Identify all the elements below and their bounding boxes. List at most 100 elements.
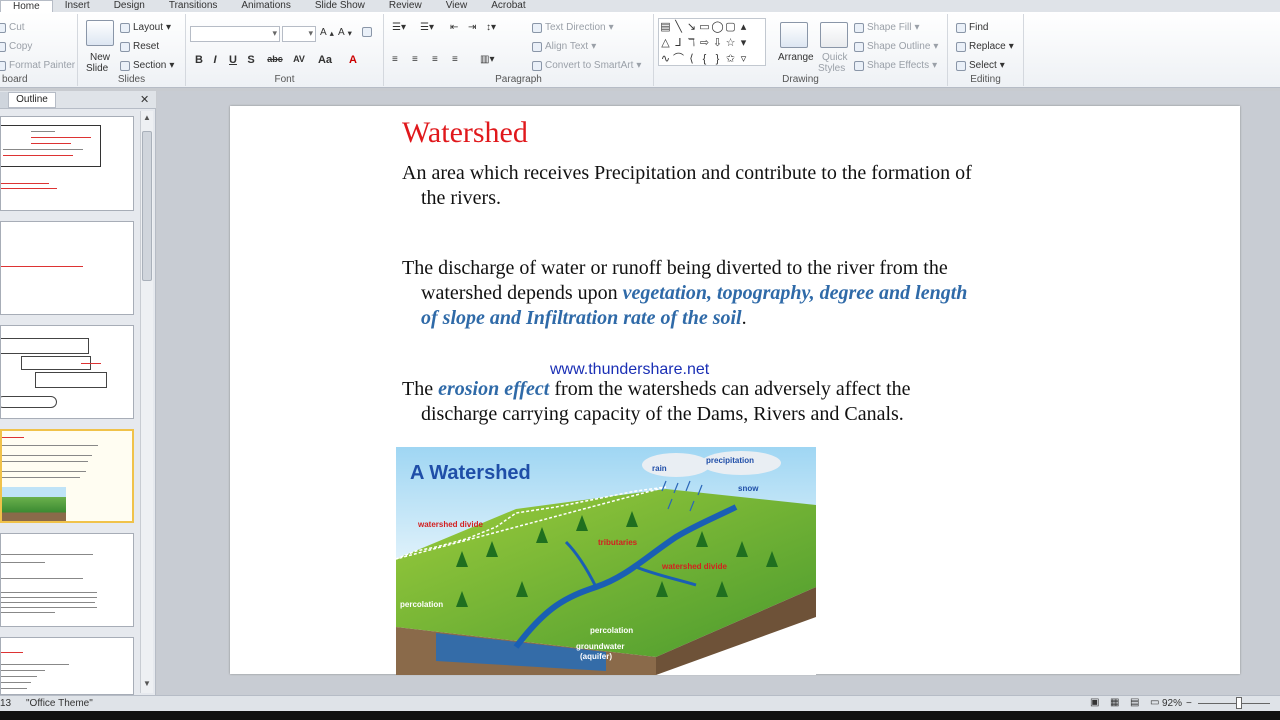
select-button[interactable]: Select ▾ bbox=[956, 60, 1005, 71]
quick-styles-icon[interactable] bbox=[820, 22, 848, 48]
decrease-indent-button[interactable]: ⇤ bbox=[450, 22, 458, 33]
arrange-label[interactable]: Arrange bbox=[778, 52, 814, 63]
reset-button[interactable]: Reset bbox=[120, 41, 159, 52]
quick-styles-label[interactable]: Quick bbox=[822, 52, 848, 63]
italic-button[interactable]: I bbox=[208, 54, 222, 66]
panel-scrollbar[interactable]: ▲ ▼ bbox=[140, 111, 153, 693]
new-slide-label2[interactable]: Slide bbox=[86, 63, 108, 74]
bullets-button[interactable]: ☰▾ bbox=[392, 22, 406, 33]
slide-canvas[interactable]: Watershed An area which receives Precipi… bbox=[230, 106, 1240, 675]
tab-animations[interactable]: Animations bbox=[229, 0, 302, 12]
clear-format-icon[interactable] bbox=[362, 27, 372, 37]
font-size-select[interactable] bbox=[282, 26, 316, 42]
bracket-shape-icon[interactable]: ⟨ bbox=[685, 51, 698, 67]
zoom-slider-thumb[interactable] bbox=[1236, 697, 1242, 709]
watershed-picture[interactable]: A Watershed rain precipitation snow wate… bbox=[396, 447, 816, 675]
numbering-button[interactable]: ☰▾ bbox=[420, 22, 434, 33]
arc-shape-icon[interactable]: ⌒ bbox=[672, 51, 685, 67]
tab-acrobat[interactable]: Acrobat bbox=[479, 0, 537, 12]
close-icon[interactable]: ✕ bbox=[140, 93, 149, 106]
increase-indent-button[interactable]: ⇥ bbox=[468, 22, 476, 33]
line-spacing-button[interactable]: ↕▾ bbox=[486, 22, 496, 33]
normal-view-icon[interactable]: ▣ bbox=[1090, 697, 1099, 708]
shape-outline-button[interactable]: Shape Outline ▾ bbox=[854, 41, 938, 52]
star5-shape-icon[interactable]: ✩ bbox=[724, 51, 737, 67]
gallery-expand-icon[interactable]: ▿ bbox=[737, 51, 750, 67]
slideshow-icon[interactable]: ▭ bbox=[1150, 697, 1159, 708]
align-text-button[interactable]: Align Text ▾ bbox=[532, 41, 596, 52]
zoom-level[interactable]: 92% bbox=[1162, 698, 1182, 709]
strikethrough-button[interactable]: abc bbox=[264, 54, 286, 64]
slide-title[interactable]: Watershed bbox=[402, 116, 528, 150]
layout-button[interactable]: Layout ▾ bbox=[120, 22, 171, 33]
shape-fill-button[interactable]: Shape Fill ▾ bbox=[854, 22, 920, 33]
slide-thumbnail[interactable] bbox=[0, 637, 134, 695]
slide-thumbnail[interactable] bbox=[0, 116, 134, 211]
triangle-shape-icon[interactable]: △ bbox=[659, 35, 672, 51]
new-slide-icon[interactable] bbox=[86, 20, 114, 46]
font-family-select[interactable] bbox=[190, 26, 280, 42]
brace-right-shape-icon[interactable]: } bbox=[711, 51, 724, 67]
underline-button[interactable]: U bbox=[226, 54, 240, 66]
section-button[interactable]: Section ▾ bbox=[120, 60, 174, 71]
shadow-button[interactable]: S bbox=[244, 54, 258, 66]
tab-slide-show[interactable]: Slide Show bbox=[303, 0, 377, 12]
align-right-button[interactable]: ≡ bbox=[432, 54, 438, 65]
scroll-down-icon[interactable]: ▾ bbox=[737, 35, 750, 51]
paragraph-3[interactable]: The erosion effect from the watersheds c… bbox=[402, 377, 1082, 427]
tab-transitions[interactable]: Transitions bbox=[157, 0, 230, 12]
scroll-down-icon[interactable]: ▼ bbox=[143, 679, 151, 688]
char-spacing-button[interactable]: AV bbox=[290, 54, 308, 64]
tab-home[interactable]: Home bbox=[0, 0, 53, 12]
font-color-button[interactable]: A bbox=[346, 54, 360, 66]
bold-button[interactable]: B bbox=[192, 54, 206, 66]
align-center-button[interactable]: ≡ bbox=[412, 54, 418, 65]
shape-effects-button[interactable]: Shape Effects ▾ bbox=[854, 60, 937, 71]
grow-font-button[interactable]: A ▴ bbox=[320, 27, 334, 38]
tab-slides[interactable] bbox=[0, 92, 8, 108]
more-shapes-icon[interactable]: ▴ bbox=[737, 19, 750, 35]
oval-shape-icon[interactable]: ◯ bbox=[711, 19, 724, 35]
replace-button[interactable]: Replace ▾ bbox=[956, 41, 1014, 52]
brace-left-shape-icon[interactable]: { bbox=[698, 51, 711, 67]
justify-button[interactable]: ≡ bbox=[452, 54, 458, 65]
align-left-button[interactable]: ≡ bbox=[392, 54, 398, 65]
columns-button[interactable]: ▥▾ bbox=[480, 54, 494, 65]
cut-button[interactable]: Cut bbox=[0, 22, 25, 33]
text-direction-button[interactable]: Text Direction ▾ bbox=[532, 22, 614, 33]
slide-thumbnail[interactable] bbox=[0, 533, 134, 627]
shrink-font-button[interactable]: A ▾ bbox=[338, 27, 352, 38]
shapes-gallery[interactable]: ▤ ╲ ↘ ▭ ◯ ▢ ▴ △ ⅃ ℸ ⇨ ⇩ ☆ ▾ ∿ ⌒ ⟨{} ✩ ▿ bbox=[658, 18, 766, 66]
quick-styles-label2[interactable]: Styles bbox=[818, 63, 845, 74]
change-case-button[interactable]: Aa bbox=[316, 54, 334, 66]
right-arrow-shape-icon[interactable]: ⇨ bbox=[698, 35, 711, 51]
arrange-icon[interactable] bbox=[780, 22, 808, 48]
format-painter-button[interactable]: Format Painter bbox=[0, 60, 75, 71]
rectangle-shape-icon[interactable]: ▭ bbox=[698, 19, 711, 35]
paragraph-2[interactable]: The discharge of water or runoff being d… bbox=[402, 256, 1082, 331]
copy-button[interactable]: Copy bbox=[0, 41, 32, 52]
reading-view-icon[interactable]: ▤ bbox=[1130, 697, 1139, 708]
curve-shape-icon[interactable]: ∿ bbox=[659, 51, 672, 67]
rounded-rect-shape-icon[interactable]: ▢ bbox=[724, 19, 737, 35]
slide-sorter-icon[interactable]: ▦ bbox=[1110, 697, 1119, 708]
elbow-shape-icon[interactable]: ⅃ bbox=[672, 35, 685, 51]
find-button[interactable]: Find bbox=[956, 22, 988, 33]
paragraph-1[interactable]: An area which receives Precipitation and… bbox=[402, 161, 1082, 211]
new-slide-label[interactable]: New bbox=[90, 52, 110, 63]
elbow2-shape-icon[interactable]: ℸ bbox=[685, 35, 698, 51]
tab-design[interactable]: Design bbox=[102, 0, 157, 12]
down-arrow-shape-icon[interactable]: ⇩ bbox=[711, 35, 724, 51]
zoom-out-icon[interactable]: − bbox=[1186, 698, 1192, 709]
tab-review[interactable]: Review bbox=[377, 0, 434, 12]
convert-smartart-button[interactable]: Convert to SmartArt ▾ bbox=[532, 60, 641, 71]
zoom-slider[interactable] bbox=[1198, 703, 1270, 704]
tab-outline[interactable]: Outline bbox=[8, 92, 56, 108]
scrollbar-thumb[interactable] bbox=[142, 131, 152, 281]
star-shape-icon[interactable]: ☆ bbox=[724, 35, 737, 51]
textbox-shape-icon[interactable]: ▤ bbox=[659, 19, 672, 35]
slide-thumbnail[interactable] bbox=[0, 221, 134, 315]
line-shape-icon[interactable]: ╲ bbox=[672, 19, 685, 35]
slide-thumbnail[interactable] bbox=[0, 325, 134, 419]
slide-thumbnail-selected[interactable] bbox=[0, 429, 134, 523]
